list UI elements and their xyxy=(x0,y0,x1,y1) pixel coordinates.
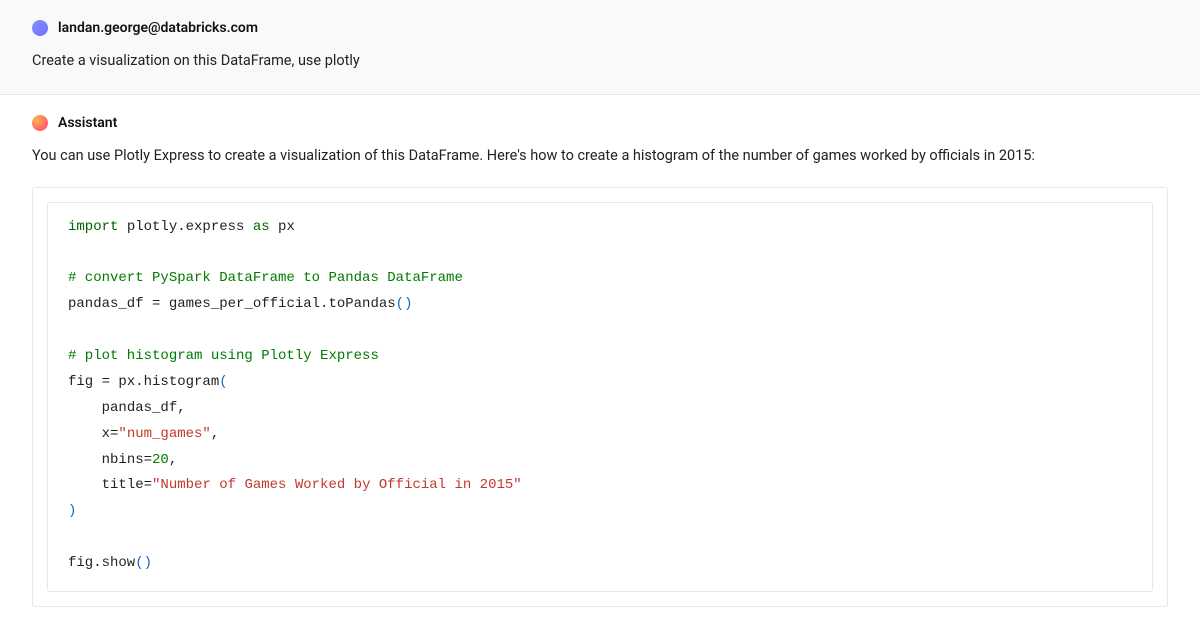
code-text: , xyxy=(169,452,177,468)
code-indent xyxy=(68,477,102,493)
code-text: nbins xyxy=(102,452,144,468)
code-paren: ) xyxy=(68,503,76,519)
code-text: , xyxy=(211,426,219,442)
code-paren: ) xyxy=(144,555,152,571)
user-message-text: Create a visualization on this DataFrame… xyxy=(32,50,1168,72)
code-comment: # convert PySpark DataFrame to Pandas Da… xyxy=(68,270,463,286)
assistant-message-text: You can use Plotly Express to create a v… xyxy=(32,145,1168,167)
user-avatar-icon xyxy=(32,20,48,36)
code-text: pandas_df, xyxy=(102,400,186,416)
code-indent xyxy=(68,400,102,416)
code-paren: ) xyxy=(404,296,412,312)
code-text: games_per_official.toPandas xyxy=(160,296,395,312)
code-text: pandas_df xyxy=(68,296,152,312)
code-paren: ( xyxy=(219,374,227,390)
code-operator: = xyxy=(144,452,152,468)
assistant-avatar-icon xyxy=(32,115,48,131)
code-cell[interactable]: import plotly.express as px # convert Py… xyxy=(47,202,1153,592)
assistant-header: Assistant xyxy=(32,115,1168,131)
code-text: title xyxy=(102,477,144,493)
code-cell-outer: import plotly.express as px # convert Py… xyxy=(32,187,1168,607)
user-message-block: landan.george@databricks.com Create a vi… xyxy=(0,0,1200,95)
code-indent xyxy=(68,426,102,442)
code-text: plotly.express xyxy=(118,219,252,235)
code-keyword: import xyxy=(68,219,118,235)
code-operator: = xyxy=(102,374,110,390)
code-operator: = xyxy=(144,477,152,493)
code-indent xyxy=(68,452,102,468)
code-text: x xyxy=(102,426,110,442)
code-string: "Number of Games Worked by Official in 2… xyxy=(152,477,522,493)
code-number: 20 xyxy=(152,452,169,468)
code-comment: # plot histogram using Plotly Express xyxy=(68,348,379,364)
code-content[interactable]: import plotly.express as px # convert Py… xyxy=(68,215,1132,577)
user-header: landan.george@databricks.com xyxy=(32,20,1168,36)
code-keyword: as xyxy=(253,219,270,235)
code-paren: ( xyxy=(396,296,404,312)
code-text: fig.show xyxy=(68,555,135,571)
code-text: px.histogram xyxy=(110,374,219,390)
user-author: landan.george@databricks.com xyxy=(58,20,258,36)
code-string: "num_games" xyxy=(118,426,210,442)
code-text: px xyxy=(270,219,295,235)
code-text: fig xyxy=(68,374,102,390)
assistant-message-block: Assistant You can use Plotly Express to … xyxy=(0,95,1200,629)
code-paren: ( xyxy=(135,555,143,571)
assistant-author: Assistant xyxy=(58,115,117,131)
